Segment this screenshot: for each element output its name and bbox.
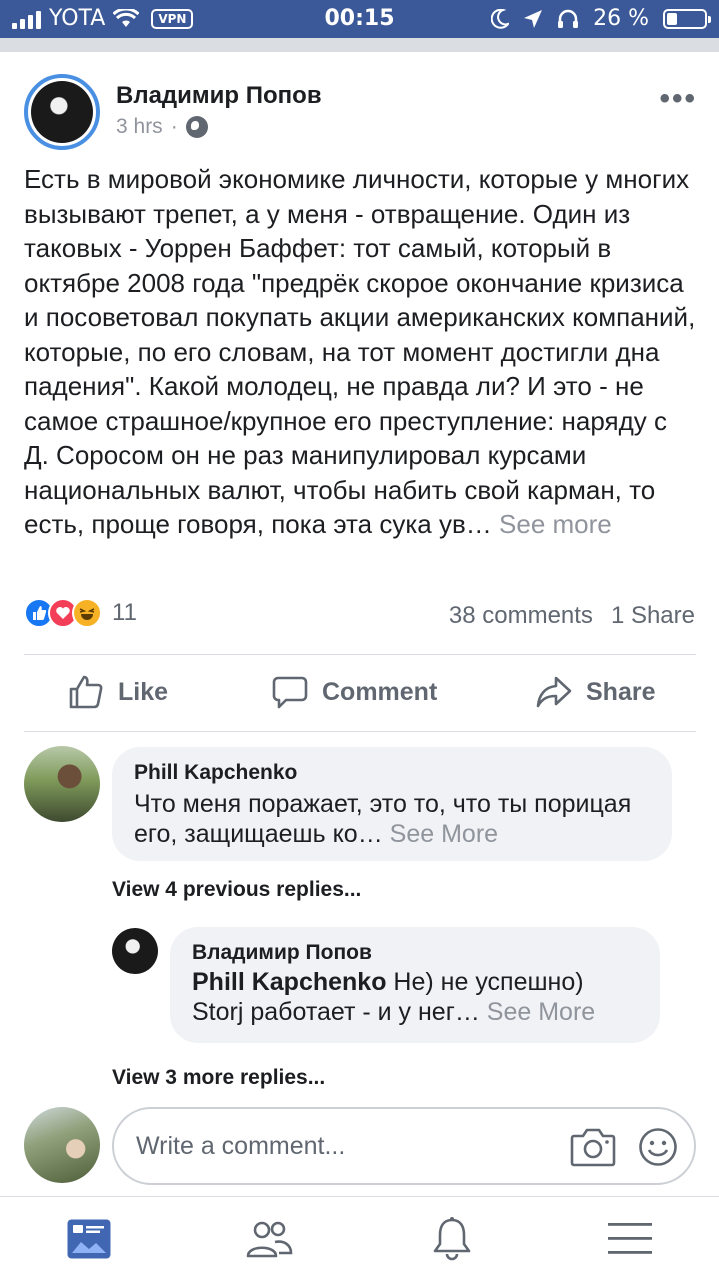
reply-author[interactable]: Владимир Попов [192, 941, 638, 965]
battery-icon [663, 8, 711, 29]
post-author[interactable]: Владимир Попов [116, 82, 322, 110]
reply-text: Phill Kapchenko Не) не успешно) Storj ра… [192, 967, 638, 1027]
share-label: Share [586, 677, 656, 706]
reply-see-more[interactable]: See More [487, 998, 595, 1026]
commenter-avatar[interactable] [24, 746, 100, 822]
divider [24, 731, 696, 732]
divider [24, 654, 696, 655]
reply-line-2: Storj работает - и у нег… [192, 998, 480, 1026]
location-icon [524, 9, 543, 28]
like-button[interactable]: Like [68, 674, 168, 710]
friends-tab[interactable] [245, 1215, 293, 1263]
comments-count[interactable]: 38 comments [449, 602, 593, 630]
notifications-tab[interactable] [428, 1215, 476, 1263]
news-feed-icon [67, 1219, 111, 1259]
haha-reaction-icon [72, 598, 102, 628]
reply-author-avatar[interactable] [112, 928, 158, 974]
menu-tab[interactable] [606, 1215, 654, 1263]
see-more-link[interactable]: See more [499, 509, 612, 539]
comment-icon [272, 676, 308, 709]
comment-body: Что меня поражает, это то, что ты порица… [134, 790, 632, 848]
reply-mention[interactable]: Phill Kapchenko [192, 968, 386, 996]
comment-input[interactable] [136, 1127, 536, 1165]
more-options-icon[interactable]: ••• [659, 82, 697, 116]
share-icon [536, 676, 572, 708]
comment-composer[interactable] [112, 1107, 696, 1185]
comment-author[interactable]: Phill Kapchenko [134, 761, 650, 785]
menu-icon [608, 1223, 652, 1254]
battery-percent: 26 % [593, 6, 649, 31]
like-label: Like [118, 677, 169, 706]
like-icon [69, 675, 103, 709]
post-time[interactable]: 3 hrs [116, 115, 163, 139]
reaction-count: 11 [112, 599, 137, 626]
view-previous-replies[interactable]: View 4 previous replies... [112, 878, 361, 902]
view-more-replies[interactable]: View 3 more replies... [112, 1066, 325, 1090]
current-user-avatar [24, 1107, 100, 1183]
reply-bubble: Владимир Попов Phill Kapchenko Не) не ус… [170, 927, 660, 1043]
comment-see-more[interactable]: See More [390, 820, 498, 848]
emoji-icon[interactable] [638, 1127, 678, 1167]
news-feed-tab[interactable] [65, 1215, 113, 1263]
post-body: Есть в мировой экономике личности, котор… [24, 162, 696, 542]
feed-separator [0, 38, 719, 52]
author-avatar[interactable] [24, 74, 100, 150]
share-button[interactable]: Share [536, 674, 655, 710]
post-actions: Like Comment Share [0, 660, 719, 730]
comment-text: Что меня поражает, это то, что ты порица… [134, 789, 650, 849]
shares-count[interactable]: 1 Share [611, 602, 695, 630]
reply-line-1: Не) не успешно) [386, 968, 584, 996]
comment-button[interactable]: Comment [272, 674, 437, 710]
post-meta: 3 hrs · [116, 115, 208, 139]
reactions-summary[interactable]: 11 [24, 598, 137, 628]
friends-icon [246, 1221, 293, 1258]
bottom-nav [0, 1196, 719, 1280]
engagement-counts: 38 comments 1 Share [449, 602, 695, 630]
notifications-icon [433, 1217, 471, 1261]
status-bar: YOTA VPN 00:15 26 % [0, 0, 719, 38]
meta-separator: · [170, 115, 178, 138]
camera-icon[interactable] [570, 1127, 616, 1167]
comment-bubble: Phill Kapchenko Что меня поражает, это т… [112, 747, 672, 861]
post-text: Есть в мировой экономике личности, котор… [24, 164, 696, 539]
status-right: 26 % [491, 6, 711, 31]
comment-label: Comment [322, 677, 438, 706]
headphones-icon [558, 9, 579, 28]
moon-icon [491, 8, 510, 29]
globe-icon [185, 116, 208, 138]
